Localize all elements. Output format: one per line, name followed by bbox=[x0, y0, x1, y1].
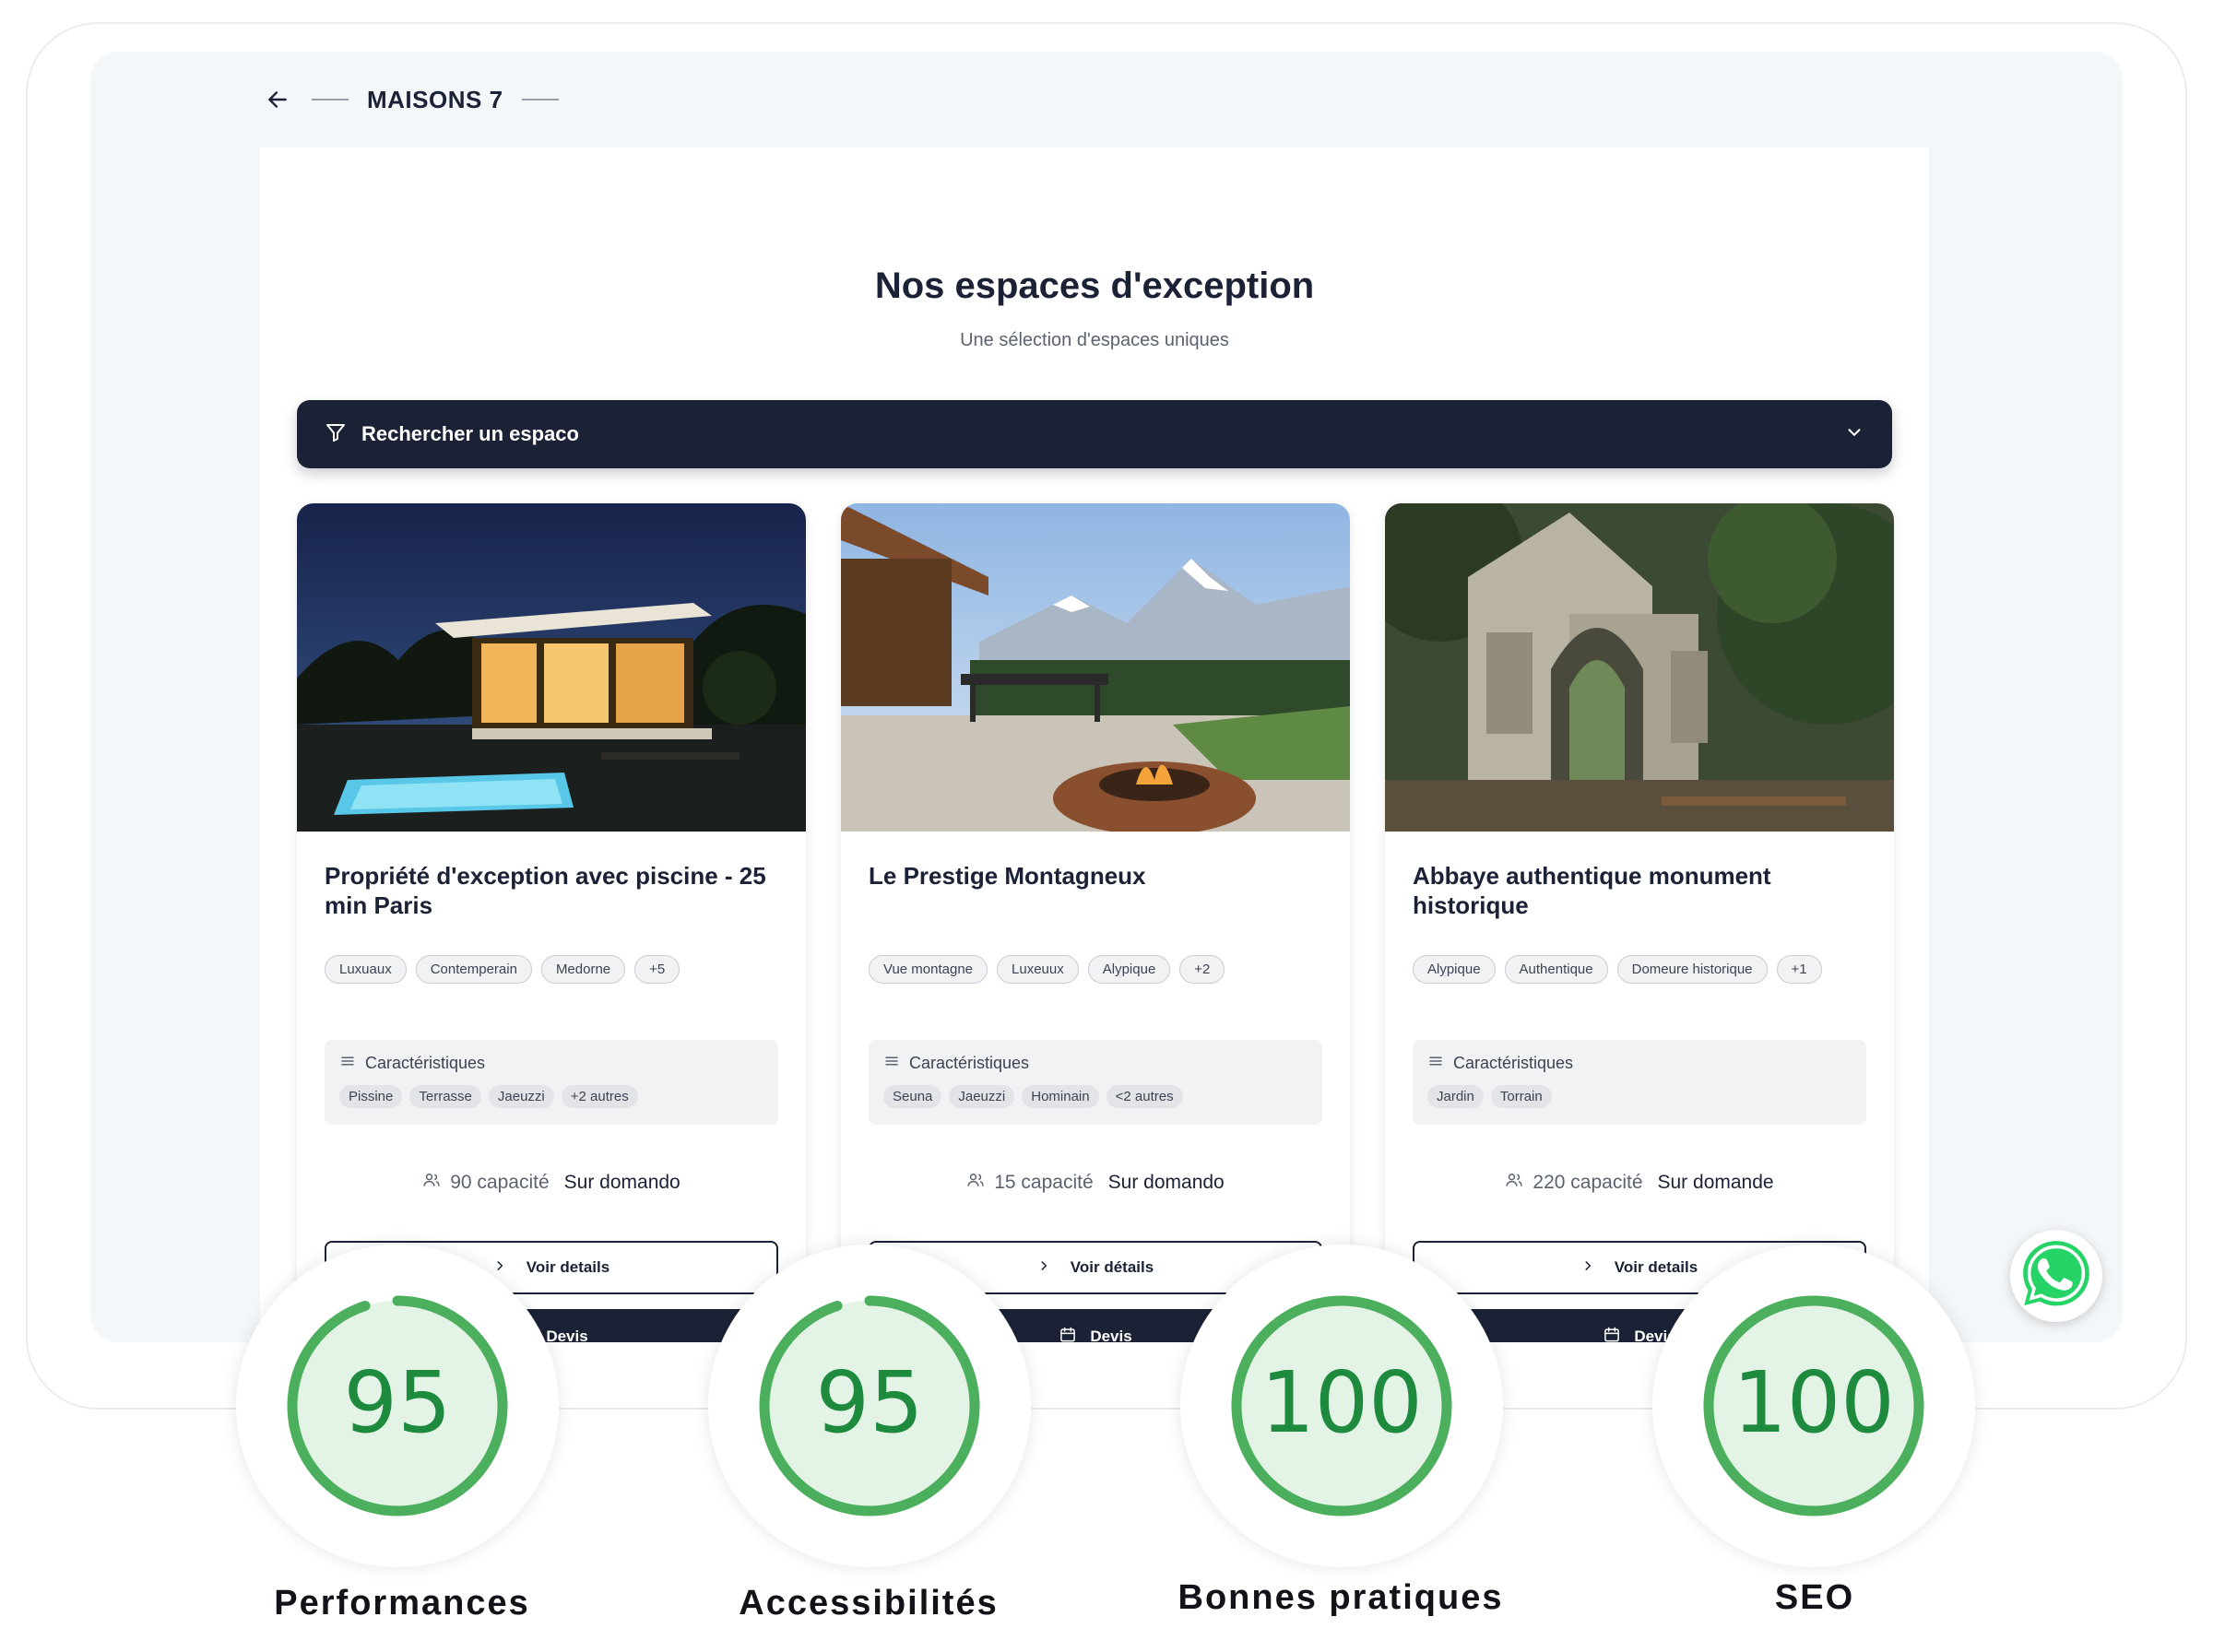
feature-tag: Seuna bbox=[883, 1085, 942, 1108]
search-filter-toggle[interactable]: Rechercher un espaco bbox=[297, 400, 1892, 468]
features-box: Caractéristiques Jardin Torrain bbox=[1413, 1040, 1866, 1125]
card-image-abbey-ruins[interactable] bbox=[1385, 503, 1894, 832]
feature-tag: Hominain bbox=[1022, 1085, 1099, 1108]
capacity-row: 90 capacité Sur domando bbox=[297, 1171, 806, 1195]
app-screen: MAISONS 7 Nos espaces d'exception Une sé… bbox=[90, 52, 2123, 1342]
feature-tag: Pissine bbox=[339, 1085, 403, 1108]
filter-icon bbox=[325, 421, 347, 448]
capacity-value: 220 capacité bbox=[1533, 1172, 1643, 1193]
price-value: Sur domando bbox=[1107, 1172, 1225, 1193]
tag: Alypique bbox=[1413, 955, 1496, 984]
features-box: Caractéristiques Seuna Jaeuzzi Hominain … bbox=[869, 1040, 1322, 1125]
divider bbox=[312, 99, 349, 100]
score-gauge-best-practices: 100 bbox=[1180, 1245, 1503, 1567]
features-box: Caractéristiques Pissine Terrasse Jaeuzz… bbox=[325, 1040, 778, 1125]
features-label: Caractéristiques bbox=[365, 1054, 486, 1072]
sliders-icon bbox=[339, 1053, 356, 1074]
card-title[interactable]: Propriété d'exception avec piscine - 25 … bbox=[325, 861, 786, 920]
tag: Medorne bbox=[540, 955, 626, 984]
capacity-row: 15 capacité Sur domando bbox=[841, 1171, 1350, 1195]
divider bbox=[521, 99, 559, 100]
top-bar: MAISONS 7 bbox=[262, 79, 577, 120]
whatsapp-chat-button[interactable] bbox=[2010, 1230, 2102, 1322]
tag-more[interactable]: +5 bbox=[634, 955, 680, 984]
card-title[interactable]: Le Prestige Montagneux bbox=[869, 861, 1330, 891]
chevron-down-icon bbox=[1844, 422, 1864, 447]
feature-tag-more: <2 autres bbox=[1106, 1085, 1183, 1108]
score-gauge-performance: 95 bbox=[236, 1245, 559, 1567]
space-card: Propriété d'exception avec piscine - 25 … bbox=[297, 503, 806, 1342]
sliders-icon bbox=[883, 1053, 900, 1074]
score-value: 100 bbox=[1733, 1353, 1895, 1452]
features-label: Caractéristiques bbox=[909, 1054, 1030, 1072]
score-gauge-accessibility: 95 bbox=[708, 1245, 1031, 1567]
tag-list: Alypique Authentique Domeure historique … bbox=[1413, 955, 1822, 984]
whatsapp-icon bbox=[2017, 1234, 2096, 1318]
score-value: 95 bbox=[815, 1353, 924, 1452]
tag: Luxuaux bbox=[325, 955, 407, 984]
tag-more[interactable]: +2 bbox=[1179, 955, 1225, 984]
content-panel: Nos espaces d'exception Une sélection d'… bbox=[260, 148, 1929, 1342]
capacity-value: 90 capacité bbox=[450, 1172, 550, 1193]
tag: Luxeuux bbox=[997, 955, 1079, 984]
tag-more[interactable]: +1 bbox=[1776, 955, 1822, 984]
capacity-row: 220 capacité Sur domande bbox=[1385, 1171, 1894, 1195]
quote-label: Devis bbox=[1090, 1328, 1132, 1342]
tag: Contemperain bbox=[415, 955, 532, 984]
tag: Domeure historique bbox=[1616, 955, 1768, 984]
price-value: Sur domando bbox=[563, 1172, 680, 1193]
users-icon bbox=[1505, 1171, 1523, 1195]
tag: Alypique bbox=[1087, 955, 1171, 984]
card-image-villa-pool[interactable] bbox=[297, 503, 806, 832]
price-value: Sur domande bbox=[1657, 1172, 1774, 1193]
score-label-best-practices: Bonnes pratiques bbox=[1178, 1578, 1504, 1617]
score-value: 100 bbox=[1260, 1353, 1423, 1452]
score-label-performance: Performances bbox=[274, 1584, 530, 1622]
card-image-mountain-chalet[interactable] bbox=[841, 503, 1350, 832]
score-value: 95 bbox=[343, 1353, 452, 1452]
tag-list: Vue montagne Luxeuux Alypique +2 bbox=[869, 955, 1225, 984]
arrow-left-icon[interactable] bbox=[262, 84, 293, 115]
features-label: Caractéristiques bbox=[1453, 1054, 1574, 1072]
page-title: Nos espaces d'exception bbox=[874, 266, 1315, 306]
search-label: Rechercher un espaco bbox=[361, 422, 579, 445]
sliders-icon bbox=[1427, 1053, 1444, 1074]
calendar-icon bbox=[1059, 1326, 1077, 1343]
score-label-accessibility: Accessibilités bbox=[739, 1584, 999, 1622]
feature-tag-more: +2 autres bbox=[561, 1085, 638, 1108]
brand-logo-text[interactable]: MAISONS 7 bbox=[367, 86, 503, 114]
users-icon bbox=[966, 1171, 985, 1195]
feature-tag: Jaeuzzi bbox=[949, 1085, 1015, 1108]
feature-tag: Jardin bbox=[1427, 1085, 1484, 1108]
page-subtitle: Une sélection d'espaces uniques bbox=[960, 330, 1229, 350]
feature-tag: Terrasse bbox=[409, 1085, 481, 1108]
capacity-value: 15 capacité bbox=[994, 1172, 1094, 1193]
tag: Vue montagne bbox=[869, 955, 988, 984]
tag: Authentique bbox=[1504, 955, 1608, 984]
card-title[interactable]: Abbaye authentique monument historique bbox=[1413, 861, 1874, 920]
chevron-right-icon bbox=[1581, 1258, 1594, 1277]
tag-list: Luxuaux Contemperain Medorne +5 bbox=[325, 955, 680, 984]
calendar-icon bbox=[1603, 1326, 1621, 1343]
score-label-seo: SEO bbox=[1774, 1578, 1855, 1617]
space-card: Le Prestige Montagneux Vue montagne Luxe… bbox=[841, 503, 1350, 1342]
feature-tag: Jaeuzzi bbox=[488, 1085, 554, 1108]
space-card: Abbaye authentique monument historique A… bbox=[1385, 503, 1894, 1342]
users-icon bbox=[422, 1171, 441, 1195]
feature-tag: Torrain bbox=[1490, 1085, 1552, 1108]
chevron-right-icon bbox=[1037, 1258, 1050, 1277]
view-details-label: Voir détails bbox=[1070, 1258, 1154, 1276]
score-gauge-seo: 100 bbox=[1652, 1245, 1975, 1567]
